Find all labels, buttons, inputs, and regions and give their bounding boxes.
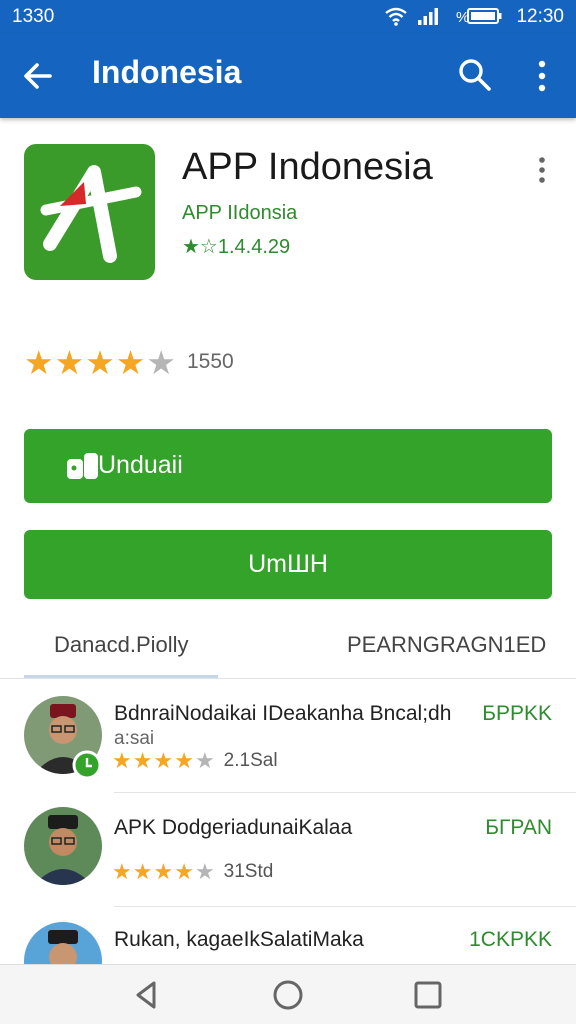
app-developer-link[interactable]: APP IIdonsia	[182, 202, 297, 225]
star-icon: ★	[112, 748, 132, 773]
star-icon: ★	[54, 343, 85, 381]
nav-back-icon[interactable]	[130, 979, 162, 1011]
nav-home-icon[interactable]	[272, 979, 304, 1011]
star-icon: ★	[194, 748, 215, 773]
signal-icon	[418, 8, 438, 25]
avatar	[24, 807, 102, 885]
star-icon: ★	[85, 343, 115, 381]
search-icon[interactable]	[456, 56, 494, 94]
app-bar: Indonesia	[0, 34, 576, 118]
star-icon: ★	[24, 343, 54, 381]
star-icon: ★	[174, 859, 194, 884]
more-vert-icon[interactable]	[530, 56, 554, 96]
back-arrow-icon[interactable]	[20, 58, 56, 94]
status-time-right: 12:30	[516, 6, 564, 27]
clock-badge-icon	[72, 750, 102, 780]
nav-recents-icon[interactable]	[412, 979, 444, 1011]
star-icon: ★	[132, 859, 153, 884]
star-icon: ★	[132, 748, 153, 773]
star-icon: ★	[146, 343, 176, 381]
rating-count: 1550	[186, 350, 234, 373]
secondary-button[interactable]: UmШH	[24, 530, 552, 599]
app-rating: ★ ★ ★ ★ ★ 1550	[24, 344, 234, 380]
tab-second[interactable]: PEARNGRAGN1ED	[347, 632, 546, 658]
item-rating: ★ ★ ★ ★ ★ 2.1Sal	[112, 750, 278, 772]
tab-first[interactable]: Danacd.Piolly	[54, 632, 189, 658]
app-overflow-menu-icon[interactable]	[532, 154, 552, 186]
list-divider	[114, 906, 576, 907]
star-icon: ★	[174, 748, 194, 773]
avatar-image	[24, 922, 102, 964]
app-logo-icon	[24, 144, 155, 280]
status-time-left: 1330	[12, 6, 55, 27]
app-bar-title: Indonesia	[92, 54, 242, 90]
download-button-label: Unduaii	[98, 451, 183, 479]
download-button[interactable]: Unduaii	[24, 429, 552, 503]
item-title: BdnraiNodaikai IDeakanha Bncal;dh	[114, 702, 452, 725]
star-icon: ★	[112, 859, 132, 884]
item-size: БPPKK	[482, 702, 552, 725]
item-rating: ★ ★ ★ ★ ★ 31Std	[112, 861, 273, 883]
star-icon: ★	[115, 343, 146, 381]
avatar	[24, 922, 102, 964]
secondary-button-label: UmШH	[248, 550, 328, 578]
tabs-divider	[0, 678, 576, 679]
item-title: Rukan, kagaeIkSalatiMaka	[114, 928, 364, 951]
list-item[interactable]: Rukan, kagaeIkSalatiMaka 1CKPKK	[0, 916, 576, 964]
navigation-bar	[0, 964, 576, 1024]
item-count: 2.1Sal	[223, 750, 278, 771]
app-download-count: ★☆1.4.4.29	[182, 236, 291, 258]
app-title: APP Indonesia	[182, 146, 433, 188]
wifi-icon	[385, 7, 407, 26]
item-subtitle: a:sai	[114, 728, 155, 749]
item-count: 31Std	[223, 861, 274, 882]
list-divider	[114, 792, 576, 793]
app-logo-mark	[40, 165, 142, 263]
star-icon: ★	[194, 859, 215, 884]
item-size: БГPAN	[485, 816, 552, 839]
avatar-image	[24, 807, 102, 885]
list-item[interactable]: BdnraiNodaikai IDeakanha Bncal;dh a:sai …	[0, 690, 576, 802]
item-size: 1CKPKK	[469, 928, 552, 951]
list-item[interactable]: APK DodgeriadunaiKalaa БГPAN ★ ★ ★ ★ ★ 3…	[0, 800, 576, 912]
tab-bar: Danacd.Piolly PEARNGRAGN1ED	[0, 616, 576, 678]
star-icon: ★	[153, 859, 174, 884]
status-bar: 1330 % 12:30	[0, 0, 576, 34]
item-title: APK DodgeriadunaiKalaa	[114, 816, 353, 839]
star-icon: ★	[153, 748, 174, 773]
battery-icon: %	[456, 8, 502, 25]
